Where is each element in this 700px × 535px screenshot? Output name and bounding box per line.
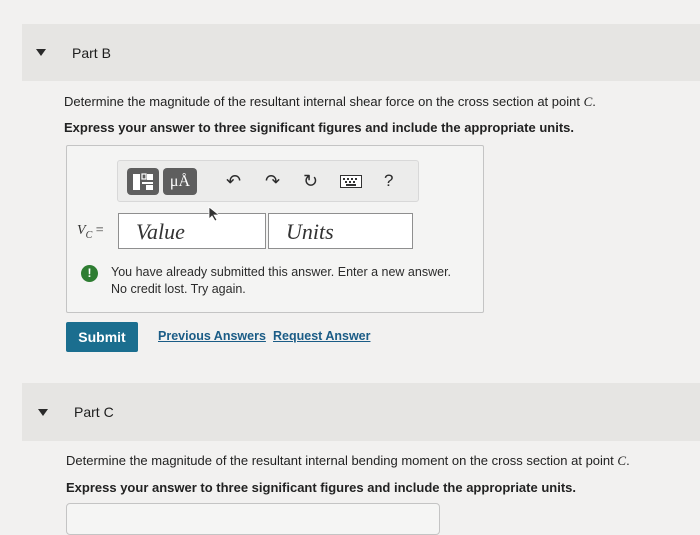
units-icon[interactable]: μÅ — [163, 168, 197, 195]
request-answer-link[interactable]: Request Answer — [273, 329, 370, 343]
collapse-triangle-icon[interactable] — [36, 49, 46, 56]
part-c-header[interactable]: Part C — [22, 383, 700, 441]
help-icon[interactable]: ? — [384, 170, 393, 192]
point-label: C — [617, 453, 627, 468]
collapse-triangle-icon[interactable] — [38, 408, 48, 416]
part-b-title: Part B — [72, 44, 111, 61]
vc-label: VC = — [77, 223, 104, 241]
part-b-header[interactable]: Part B — [22, 24, 700, 81]
undo-icon[interactable]: ↶ — [226, 170, 241, 192]
redo-icon[interactable]: ↷ — [265, 170, 280, 192]
part-b-instruction: Express your answer to three significant… — [64, 120, 574, 135]
part-b-question: Determine the magnitude of the resultant… — [64, 94, 596, 109]
alert-icon: ! — [81, 265, 98, 282]
value-input[interactable]: Value — [118, 213, 266, 249]
templates-icon[interactable] — [127, 168, 159, 195]
math-toolbar: μÅ ↶ ↷ ↻ ? — [117, 160, 419, 202]
point-label: C — [583, 94, 593, 109]
previous-answers-link[interactable]: Previous Answers — [158, 329, 266, 343]
keyboard-icon[interactable] — [340, 175, 362, 193]
reset-icon[interactable]: ↻ — [303, 170, 318, 192]
part-c-instruction: Express your answer to three significant… — [66, 480, 576, 495]
answer-box: μÅ ↶ ↷ ↻ ? VC = Value Units ! You have a… — [66, 145, 484, 313]
part-c-answer-box — [66, 503, 440, 535]
part-c-question: Determine the magnitude of the resultant… — [66, 453, 630, 468]
units-input[interactable]: Units — [268, 213, 413, 249]
part-c-title: Part C — [74, 404, 114, 420]
mouse-cursor-icon — [208, 206, 221, 222]
feedback-message: You have already submitted this answer. … — [111, 265, 452, 296]
submit-button[interactable]: Submit — [66, 322, 138, 352]
